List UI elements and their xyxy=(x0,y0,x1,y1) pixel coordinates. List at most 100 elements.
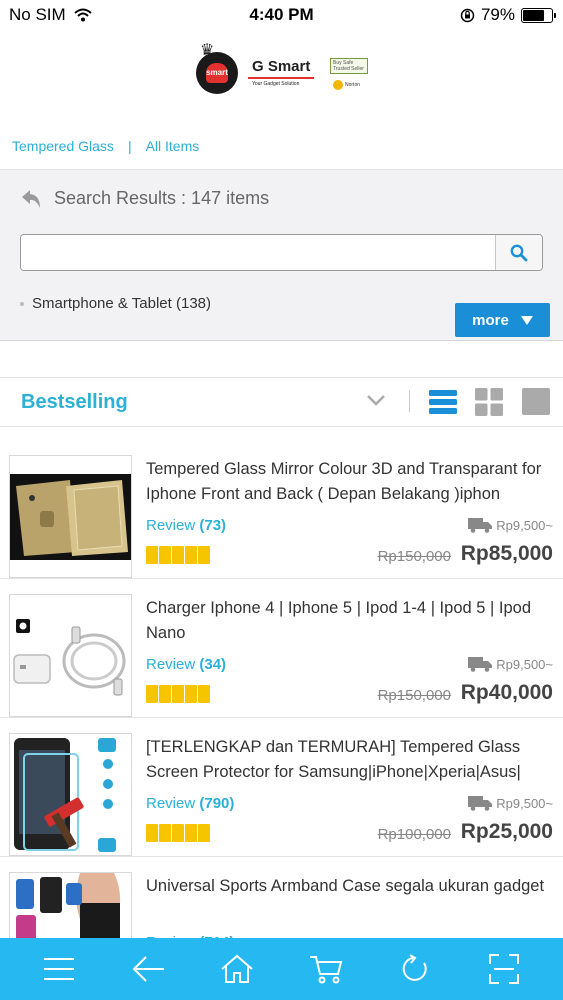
menu-button[interactable] xyxy=(37,947,81,991)
category-filter-item[interactable]: Smartphone & Tablet (138) xyxy=(20,295,211,312)
battery-level xyxy=(523,9,545,21)
sale-price: Rp40,000 xyxy=(460,681,553,704)
breadcrumb-tempered-glass[interactable]: Tempered Glass xyxy=(12,138,114,154)
more-button[interactable]: more xyxy=(455,303,550,337)
store-logo[interactable]: ♛ smart G Smart Your Gadget Solution Buy… xyxy=(190,40,380,100)
sort-select[interactable]: Bestselling xyxy=(21,391,128,414)
fullscreen-button[interactable] xyxy=(482,947,526,991)
product-thumbnail[interactable] xyxy=(9,455,132,578)
back-arrow-icon[interactable] xyxy=(20,189,42,209)
logo-heart-icon: smart xyxy=(206,63,228,83)
star-icon xyxy=(172,824,184,842)
sort-bar: Bestselling xyxy=(0,377,563,427)
sale-price: Rp85,000 xyxy=(460,542,553,565)
star-icon xyxy=(198,824,210,842)
star-icon xyxy=(185,546,197,564)
review-count: (73) xyxy=(199,517,227,534)
product-item[interactable]: Tempered Glass Mirror Colour 3D and Tran… xyxy=(0,440,563,579)
original-price: Rp150,000 xyxy=(377,548,451,565)
star-icon xyxy=(185,685,197,703)
star-icon xyxy=(159,824,171,842)
chevron-down-icon[interactable] xyxy=(366,394,386,406)
product-thumbnail[interactable] xyxy=(9,733,132,856)
search-box xyxy=(20,234,543,271)
product-name[interactable]: [TERLENGKAP dan TERMURAH] Tempered Glass… xyxy=(146,735,556,785)
more-label: more xyxy=(472,311,509,329)
star-icon xyxy=(146,685,158,703)
shipping-fee: Rp9,500~ xyxy=(468,796,553,811)
breadcrumb: Tempered Glass | All Items xyxy=(12,138,199,154)
grid-view-icon[interactable] xyxy=(475,388,503,416)
review-label: Review xyxy=(146,517,196,534)
truck-icon xyxy=(468,518,493,533)
product-name[interactable]: Tempered Glass Mirror Colour 3D and Tran… xyxy=(146,457,556,507)
truck-icon xyxy=(468,657,493,672)
logo-badge-text: smart xyxy=(206,68,228,77)
list-view-icon[interactable] xyxy=(429,389,457,415)
breadcrumb-all-items[interactable]: All Items xyxy=(146,138,200,154)
refresh-button[interactable] xyxy=(393,947,437,991)
star-icon xyxy=(172,685,184,703)
logo-emblem: smart xyxy=(196,52,238,94)
sale-price: Rp25,000 xyxy=(460,820,553,843)
results-header: Search Results : 147 items xyxy=(20,188,269,209)
brand-name: G Smart xyxy=(248,58,315,79)
home-icon xyxy=(221,954,253,983)
menu-icon xyxy=(43,958,74,980)
battery-percent: 79% xyxy=(480,5,515,24)
category-label: Smartphone & Tablet (138) xyxy=(32,295,211,312)
divider xyxy=(409,390,410,412)
original-price: Rp150,000 xyxy=(377,687,451,704)
star-icon xyxy=(185,824,197,842)
rating-stars xyxy=(146,685,210,703)
product-review[interactable]: Review (790) xyxy=(146,795,234,812)
star-icon xyxy=(146,546,158,564)
star-icon xyxy=(198,685,210,703)
product-name[interactable]: Universal Sports Armband Case segala uku… xyxy=(146,874,556,924)
shipping-text: Rp9,500~ xyxy=(496,796,553,811)
bottom-toolbar xyxy=(0,938,563,1000)
star-icon xyxy=(198,546,210,564)
single-view-icon[interactable] xyxy=(522,388,550,415)
star-icon xyxy=(159,546,171,564)
product-item[interactable]: [TERLENGKAP dan TERMURAH] Tempered Glass… xyxy=(0,718,563,857)
trusted-seller-badge: Buy Safe Trusted Seller xyxy=(330,58,368,74)
tempered-glass-image xyxy=(10,474,131,560)
truck-icon xyxy=(468,796,493,811)
rating-stars xyxy=(146,824,210,842)
shipping-text: Rp9,500~ xyxy=(496,518,553,533)
results-title: Search Results : 147 items xyxy=(54,188,270,208)
charger-image xyxy=(13,619,126,696)
search-button[interactable] xyxy=(495,235,542,270)
orientation-lock-icon xyxy=(460,8,475,22)
cart-icon xyxy=(310,956,343,984)
product-name[interactable]: Charger Iphone 4 | Iphone 5 | Ipod 1-4 |… xyxy=(146,596,556,646)
home-button[interactable] xyxy=(215,947,259,991)
product-thumbnail[interactable] xyxy=(9,594,132,717)
status-bar: No SIM 4:40 PM 79% xyxy=(0,0,563,28)
breadcrumb-separator: | xyxy=(127,138,132,154)
product-review[interactable]: Review (34) xyxy=(146,656,226,673)
battery-icon xyxy=(521,7,556,23)
shipping-fee: Rp9,500~ xyxy=(468,518,553,533)
screen-protector-image xyxy=(14,738,116,852)
star-icon xyxy=(172,546,184,564)
review-label: Review xyxy=(146,795,196,812)
search-results-panel: Search Results : 147 items Smartphone & … xyxy=(0,169,563,341)
rating-stars xyxy=(146,546,210,564)
star-icon xyxy=(159,685,171,703)
back-icon xyxy=(132,956,164,982)
search-icon xyxy=(510,244,528,261)
norton-label: Norton xyxy=(345,82,361,88)
search-input[interactable] xyxy=(21,235,495,270)
back-button[interactable] xyxy=(126,947,170,991)
review-count: (34) xyxy=(199,656,227,673)
cart-button[interactable] xyxy=(304,947,348,991)
review-label: Review xyxy=(146,656,196,673)
product-item[interactable]: Charger Iphone 4 | Iphone 5 | Ipod 1-4 |… xyxy=(0,579,563,718)
star-icon xyxy=(146,824,158,842)
bullet-icon xyxy=(20,301,24,306)
product-review[interactable]: Review (73) xyxy=(146,517,226,534)
norton-badge: Norton xyxy=(333,78,365,92)
norton-check-icon xyxy=(333,80,343,90)
